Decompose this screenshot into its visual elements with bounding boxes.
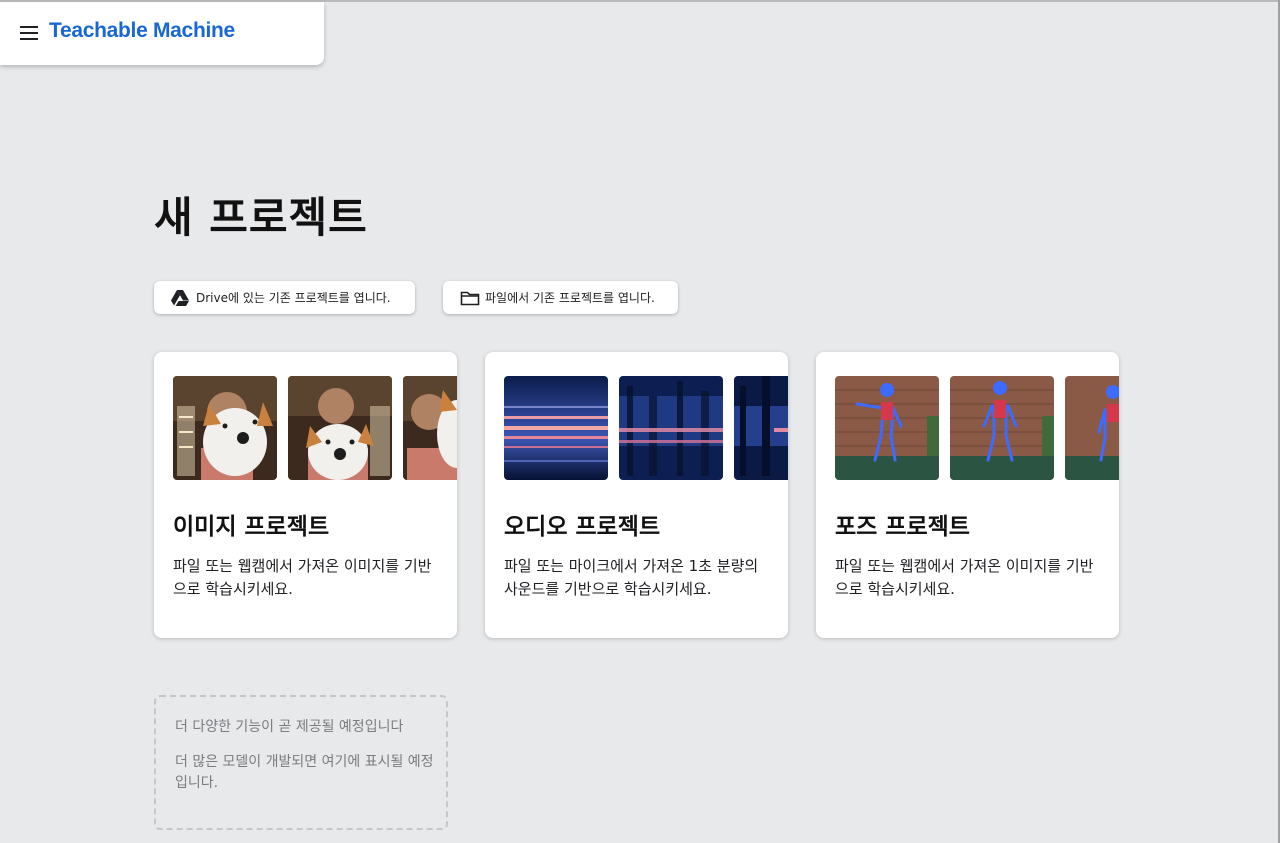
google-drive-icon: [171, 289, 191, 306]
spectrogram-thumbnail: [504, 376, 608, 480]
image-sample-thumbnail: [173, 376, 277, 480]
open-from-file-label: 파일에서 기존 프로젝트를 엽니다.: [485, 291, 655, 305]
image-sample-thumbnail: [403, 376, 457, 480]
open-from-drive-label: Drive에 있는 기존 프로젝트를 엽니다.: [196, 291, 391, 305]
image-project-thumbnails: [173, 376, 457, 480]
pose-sample-thumbnail: [835, 376, 939, 480]
audio-project-card[interactable]: 오디오 프로젝트 파일 또는 마이크에서 가져온 1초 분량의 사운드를 기반으…: [485, 352, 788, 638]
audio-project-thumbnails: [504, 376, 788, 480]
page-title: 새 프로젝트: [154, 193, 368, 242]
pose-project-description: 파일 또는 웹캠에서 가져온 이미지를 기반으로 학습시키세요.: [835, 557, 1094, 598]
pose-sample-thumbnail: [1065, 376, 1119, 480]
pose-sample-thumbnail: [950, 376, 1054, 480]
audio-project-title: 오디오 프로젝트: [504, 514, 661, 540]
audio-project-description: 파일 또는 마이크에서 가져온 1초 분량의 사운드를 기반으로 학습시키세요.: [504, 557, 759, 598]
app-bar: Teachable Machine: [0, 2, 324, 65]
spectrogram-thumbnail: [734, 376, 788, 480]
pose-project-card[interactable]: 포즈 프로젝트 파일 또는 웹캠에서 가져온 이미지를 기반으로 학습시키세요.: [816, 352, 1119, 638]
image-project-description: 파일 또는 웹캠에서 가져온 이미지를 기반으로 학습시키세요.: [173, 557, 432, 598]
open-from-file-button[interactable]: 파일에서 기존 프로젝트를 엽니다.: [443, 281, 678, 314]
image-project-title: 이미지 프로젝트: [173, 514, 330, 540]
pose-project-thumbnails: [835, 376, 1119, 480]
open-from-drive-button[interactable]: Drive에 있는 기존 프로젝트를 엽니다.: [154, 281, 415, 314]
folder-icon: [460, 290, 480, 306]
hamburger-menu-icon[interactable]: [20, 26, 38, 40]
app-logo-title[interactable]: Teachable Machine: [49, 19, 235, 43]
coming-soon-placeholder: 더 다양한 기능이 곧 제공될 예정입니다 더 많은 모델이 개발되면 여기에 …: [154, 695, 448, 830]
coming-soon-description: 더 많은 모델이 개발되면 여기에 표시될 예정입니다.: [175, 754, 434, 791]
coming-soon-title: 더 다양한 기능이 곧 제공될 예정입니다: [175, 719, 404, 735]
pose-project-title: 포즈 프로젝트: [835, 514, 970, 540]
image-sample-thumbnail: [288, 376, 392, 480]
image-project-card[interactable]: 이미지 프로젝트 파일 또는 웹캠에서 가져온 이미지를 기반으로 학습시키세요…: [154, 352, 457, 638]
spectrogram-thumbnail: [619, 376, 723, 480]
